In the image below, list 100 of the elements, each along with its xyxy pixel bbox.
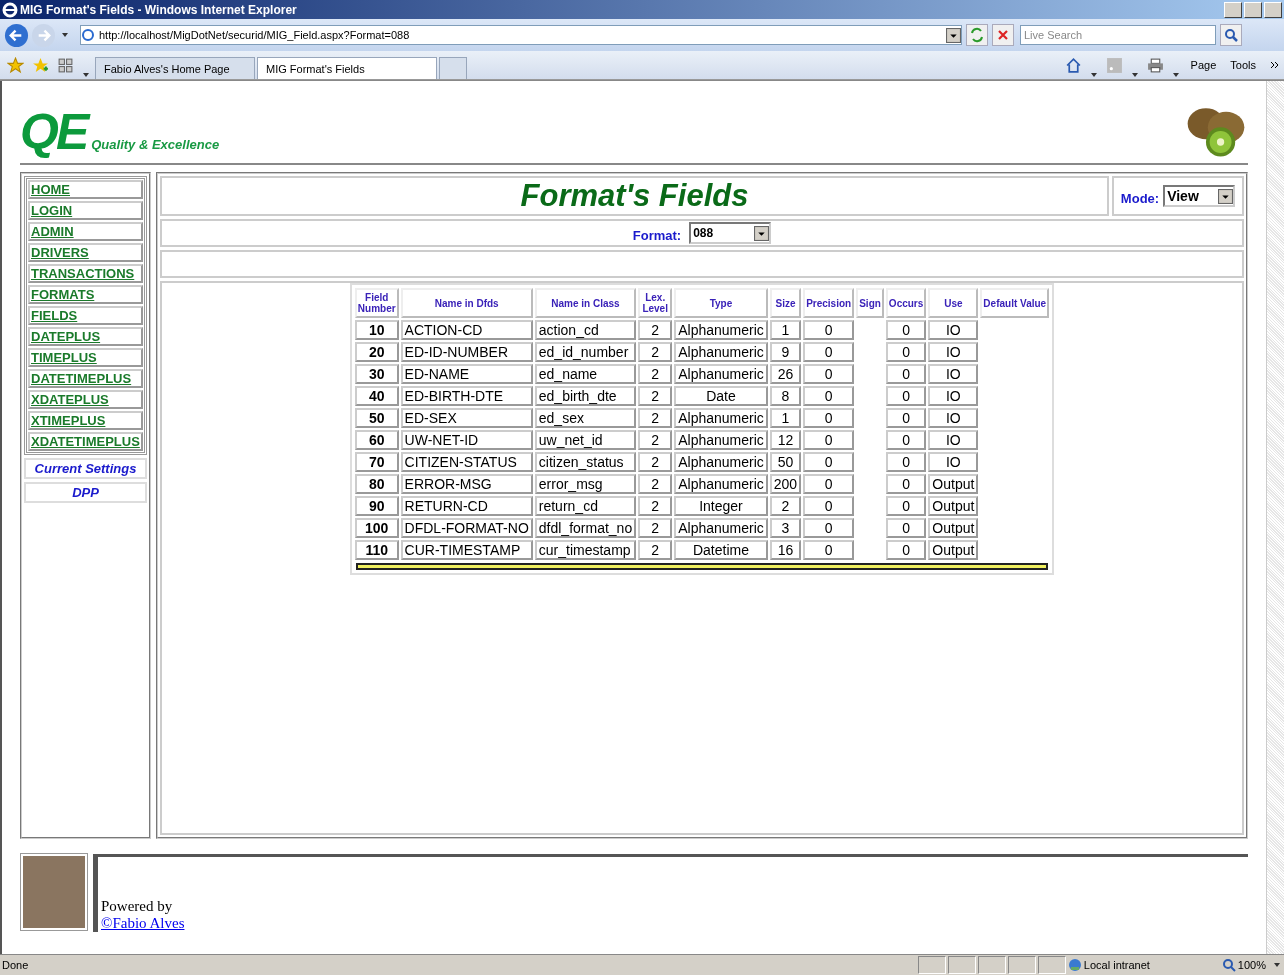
table-cell: 3 xyxy=(769,518,802,538)
back-button[interactable] xyxy=(4,22,29,48)
table-cell: 9 xyxy=(769,342,802,362)
add-favorite-icon[interactable] xyxy=(32,56,49,74)
table-cell: 8 xyxy=(769,386,802,406)
logo-tagline: Quality & Excellence xyxy=(91,137,220,152)
security-zone: Local intranet xyxy=(1083,959,1151,971)
table-cell: Date xyxy=(674,386,768,406)
mode-label: Mode: xyxy=(1120,189,1160,206)
search-icon[interactable] xyxy=(1220,24,1242,46)
table-cell: 50 xyxy=(769,452,802,472)
table-cell: 80 xyxy=(354,474,399,494)
table-cell: 0 xyxy=(885,386,927,406)
nav-link[interactable]: DATETIMEPLUS xyxy=(28,369,143,388)
table-cell: 90 xyxy=(354,496,399,516)
grid-icon[interactable] xyxy=(57,56,74,74)
table-cell: 40 xyxy=(354,386,399,406)
table-cell: 30 xyxy=(354,364,399,384)
table-cell: Output xyxy=(928,518,979,538)
caret-icon[interactable] xyxy=(1273,961,1281,969)
more-icon[interactable] xyxy=(1270,60,1280,70)
command-menu[interactable]: Tools xyxy=(1230,59,1256,71)
table-cell: Alphanumeric xyxy=(674,474,768,494)
table-cell: ED-BIRTH-DTE xyxy=(400,386,533,406)
column-header: Use xyxy=(928,288,979,318)
table-cell: uw_net_id xyxy=(534,430,637,450)
stop-icon[interactable] xyxy=(992,24,1014,46)
table-cell: 0 xyxy=(803,320,855,340)
table-cell: Alphanumeric xyxy=(674,452,768,472)
table-cell: ED-SEX xyxy=(400,408,533,428)
table-cell: return_cd xyxy=(534,496,637,516)
author-link[interactable]: ©Fabio Alves xyxy=(101,915,185,932)
star-icon[interactable] xyxy=(7,56,24,74)
sidebar-link[interactable]: Current Settings xyxy=(24,458,147,479)
table-cell: RETURN-CD xyxy=(400,496,533,516)
table-cell: Alphanumeric xyxy=(674,408,768,428)
table-cell: 0 xyxy=(885,364,927,384)
table-cell: 0 xyxy=(885,430,927,450)
table-cell: Alphanumeric xyxy=(674,430,768,450)
nav-link[interactable]: FORMATS xyxy=(28,285,143,304)
table-cell: 2 xyxy=(638,386,673,406)
zoom-icon[interactable] xyxy=(1221,958,1236,972)
printer-icon[interactable] xyxy=(1146,56,1164,74)
refresh-icon[interactable] xyxy=(966,24,988,46)
format-dropdown[interactable]: 088 xyxy=(693,226,714,240)
page-heading: Format's Fields xyxy=(520,178,749,214)
table-cell: CITIZEN-STATUS xyxy=(400,452,533,472)
table-cell: 20 xyxy=(354,342,399,362)
table-cell: 0 xyxy=(803,342,855,362)
table-cell: 0 xyxy=(803,430,855,450)
table-cell: 2 xyxy=(769,496,802,516)
browser-tab[interactable]: MIG Format's Fields xyxy=(257,57,437,79)
column-header: Field Number xyxy=(354,288,399,318)
table-cell: 0 xyxy=(885,408,927,428)
table-cell: error_msg xyxy=(534,474,637,494)
column-header: Type xyxy=(674,288,768,318)
home-icon[interactable] xyxy=(1064,56,1082,74)
logo-mark: QE xyxy=(20,107,87,157)
table-cell: 12 xyxy=(769,430,802,450)
table-cell: ed_birth_dte xyxy=(534,386,637,406)
table-cell: 0 xyxy=(803,496,855,516)
nav-link[interactable]: DRIVERS xyxy=(28,243,143,262)
nav-link[interactable]: XTIMEPLUS xyxy=(28,411,143,430)
table-cell: ED-ID-NUMBER xyxy=(400,342,533,362)
status-text: Done xyxy=(1,959,29,971)
nav-link[interactable]: ADMIN xyxy=(28,222,143,241)
table-cell: Integer xyxy=(674,496,768,516)
column-header: Name in Dfds xyxy=(400,288,533,318)
table-cell: ed_sex xyxy=(534,408,637,428)
caret-icon[interactable] xyxy=(61,31,69,39)
format-label: Format: xyxy=(632,226,682,243)
table-cell: 2 xyxy=(638,518,673,538)
column-header: Precision xyxy=(803,288,855,318)
nav-link[interactable]: TIMEPLUS xyxy=(28,348,143,367)
table-cell: 2 xyxy=(638,364,673,384)
table-cell: IO xyxy=(928,430,979,450)
column-header: Name in Class xyxy=(534,288,637,318)
zoom-level[interactable]: 100% xyxy=(1237,959,1266,971)
nav-link[interactable]: LOGIN xyxy=(28,201,143,220)
sidebar-link[interactable]: DPP xyxy=(24,482,147,503)
nav-link[interactable]: XDATEPLUS xyxy=(28,390,143,409)
table-cell: 10 xyxy=(354,320,399,340)
command-menu[interactable]: Page xyxy=(1190,59,1217,71)
nav-link[interactable]: DATEPLUS xyxy=(28,327,143,346)
table-cell: 2 xyxy=(638,474,673,494)
nav-link[interactable]: TRANSACTIONS xyxy=(28,264,143,283)
table-cell: 2 xyxy=(638,540,673,560)
table-cell: ed_id_number xyxy=(534,342,637,362)
nav-link[interactable]: FIELDS xyxy=(28,306,143,325)
table-cell: ed_name xyxy=(534,364,637,384)
table-cell: ERROR-MSG xyxy=(400,474,533,494)
search-field[interactable]: Live Search xyxy=(1020,25,1216,45)
browser-tab[interactable]: Fabio Alves's Home Page xyxy=(95,57,255,79)
table-cell: 2 xyxy=(638,342,673,362)
table-cell: 1 xyxy=(769,320,802,340)
browser-logo-icon xyxy=(2,1,18,18)
table-cell: 0 xyxy=(885,518,927,538)
table-cell: 1 xyxy=(769,408,802,428)
nav-link[interactable]: XDATETIMEPLUS xyxy=(28,432,143,451)
nav-link[interactable]: HOME xyxy=(28,180,143,199)
